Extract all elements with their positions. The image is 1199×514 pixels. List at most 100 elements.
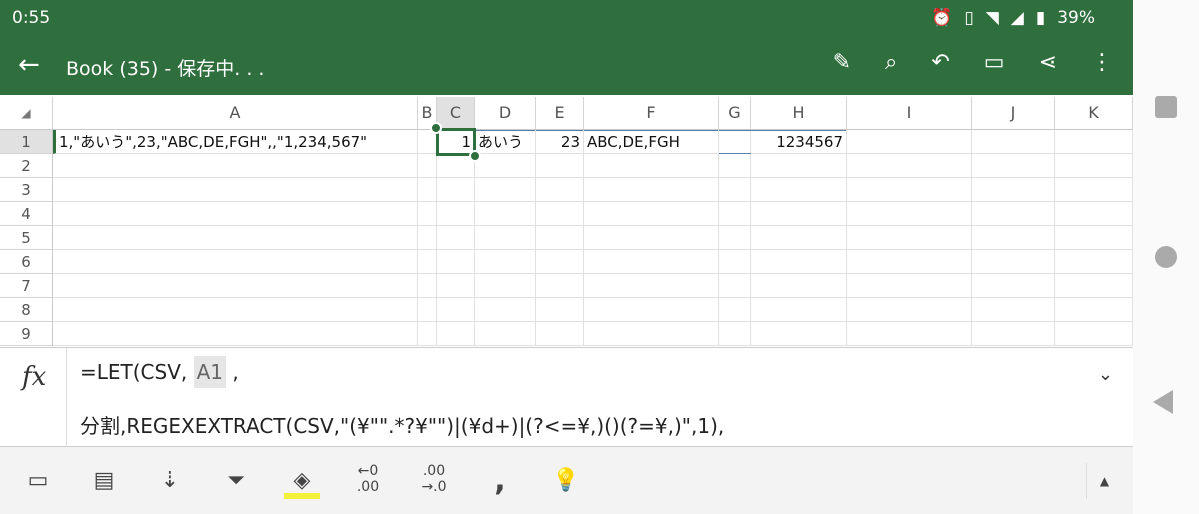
cell-B7[interactable] (418, 274, 437, 298)
expand-toolbar-icon[interactable]: ▲ (1086, 463, 1122, 499)
cell-E3[interactable] (536, 178, 584, 202)
cell-B3[interactable] (418, 178, 437, 202)
recents-icon[interactable] (1155, 96, 1177, 118)
select-all-button[interactable]: ◢ (0, 97, 53, 130)
cell-H9[interactable] (751, 322, 847, 346)
cell-J6[interactable] (972, 250, 1055, 274)
cell-I5[interactable] (847, 226, 972, 250)
cell-G3[interactable] (719, 178, 751, 202)
cell-F6[interactable] (584, 250, 719, 274)
cell-A4[interactable] (53, 202, 418, 226)
cell-B5[interactable] (418, 226, 437, 250)
row-header-3[interactable]: 3 (0, 178, 53, 202)
cell-C9[interactable] (437, 322, 475, 346)
chevron-down-icon[interactable]: ⌄ (1098, 364, 1113, 385)
cell-K6[interactable] (1055, 250, 1133, 274)
cell-C4[interactable] (437, 202, 475, 226)
column-header-D[interactable]: D (475, 97, 536, 130)
cell-K8[interactable] (1055, 298, 1133, 322)
cell-K2[interactable] (1055, 154, 1133, 178)
more-icon[interactable]: ⋮ (1091, 50, 1113, 75)
cell-J4[interactable] (972, 202, 1055, 226)
filter-icon[interactable]: ⏷ (218, 463, 254, 499)
cell-D3[interactable] (475, 178, 536, 202)
cell-B6[interactable] (418, 250, 437, 274)
cell-G8[interactable] (719, 298, 751, 322)
row-header-1[interactable]: 1 (0, 130, 53, 154)
cell-B9[interactable] (418, 322, 437, 346)
cell-J9[interactable] (972, 322, 1055, 346)
cell-D7[interactable] (475, 274, 536, 298)
cell-D4[interactable] (475, 202, 536, 226)
search-icon[interactable]: ⌕ (885, 50, 897, 75)
comment-icon[interactable]: ▭ (984, 50, 1005, 75)
cell-H7[interactable] (751, 274, 847, 298)
row-header-5[interactable]: 5 (0, 226, 53, 250)
decrease-decimal-button[interactable]: .00 →.0 (416, 463, 452, 499)
cell-F7[interactable] (584, 274, 719, 298)
back-arrow-icon[interactable]: ← (18, 50, 40, 80)
cell-C8[interactable] (437, 298, 475, 322)
cell-H2[interactable] (751, 154, 847, 178)
cell-G5[interactable] (719, 226, 751, 250)
cell-H8[interactable] (751, 298, 847, 322)
cell-B8[interactable] (418, 298, 437, 322)
cell-D9[interactable] (475, 322, 536, 346)
cell-A6[interactable] (53, 250, 418, 274)
lightbulb-icon[interactable]: 💡 (548, 463, 584, 499)
cell-C7[interactable] (437, 274, 475, 298)
cell-E1[interactable]: 23 (536, 130, 584, 154)
cell-A8[interactable] (53, 298, 418, 322)
cell-E6[interactable] (536, 250, 584, 274)
cell-I6[interactable] (847, 250, 972, 274)
row-header-9[interactable]: 9 (0, 322, 53, 346)
formula-bar[interactable]: fx =LET(CSV, A1 , 分割,REGEXEXTRACT(CSV,"(… (0, 347, 1133, 448)
cell-A9[interactable] (53, 322, 418, 346)
cell-A5[interactable] (53, 226, 418, 250)
borders-icon[interactable]: ▭ (20, 463, 56, 499)
cell-H3[interactable] (751, 178, 847, 202)
undo-icon[interactable]: ↶ (931, 50, 949, 75)
cell-G2[interactable] (719, 154, 751, 178)
cell-I9[interactable] (847, 322, 972, 346)
cell-A2[interactable] (53, 154, 418, 178)
cell-G6[interactable] (719, 250, 751, 274)
cell-J8[interactable] (972, 298, 1055, 322)
cell-K9[interactable] (1055, 322, 1133, 346)
column-header-H[interactable]: H (751, 97, 847, 130)
column-header-I[interactable]: I (847, 97, 972, 130)
cell-F8[interactable] (584, 298, 719, 322)
cell-F4[interactable] (584, 202, 719, 226)
cell-J5[interactable] (972, 226, 1055, 250)
cell-I8[interactable] (847, 298, 972, 322)
cell-I3[interactable] (847, 178, 972, 202)
row-header-7[interactable]: 7 (0, 274, 53, 298)
column-header-J[interactable]: J (972, 97, 1055, 130)
row-header-6[interactable]: 6 (0, 250, 53, 274)
cell-C5[interactable] (437, 226, 475, 250)
cell-H6[interactable] (751, 250, 847, 274)
cell-H5[interactable] (751, 226, 847, 250)
cell-F2[interactable] (584, 154, 719, 178)
cell-J3[interactable] (972, 178, 1055, 202)
back-icon[interactable] (1153, 390, 1173, 414)
cell-D2[interactable] (475, 154, 536, 178)
cell-J2[interactable] (972, 154, 1055, 178)
cell-E2[interactable] (536, 154, 584, 178)
cell-A7[interactable] (53, 274, 418, 298)
selection-handle-end[interactable] (469, 150, 481, 162)
cell-F1[interactable]: ABC,DE,FGH (584, 130, 719, 154)
cell-J1[interactable] (972, 130, 1055, 154)
cell-H1[interactable]: 1234567 (751, 130, 847, 154)
cell-C3[interactable] (437, 178, 475, 202)
spreadsheet-grid[interactable]: ◢ A B C D E F G H I J K 1 1,"あいう",23,"ABC,DE,FGH",,"… (0, 97, 1133, 347)
home-icon[interactable] (1155, 246, 1177, 268)
cell-F5[interactable] (584, 226, 719, 250)
cell-K3[interactable] (1055, 178, 1133, 202)
cell-E7[interactable] (536, 274, 584, 298)
column-header-K[interactable]: K (1055, 97, 1133, 130)
cell-J7[interactable] (972, 274, 1055, 298)
cell-G4[interactable] (719, 202, 751, 226)
cell-I4[interactable] (847, 202, 972, 226)
wrap-text-icon[interactable]: ▤ (86, 463, 122, 499)
